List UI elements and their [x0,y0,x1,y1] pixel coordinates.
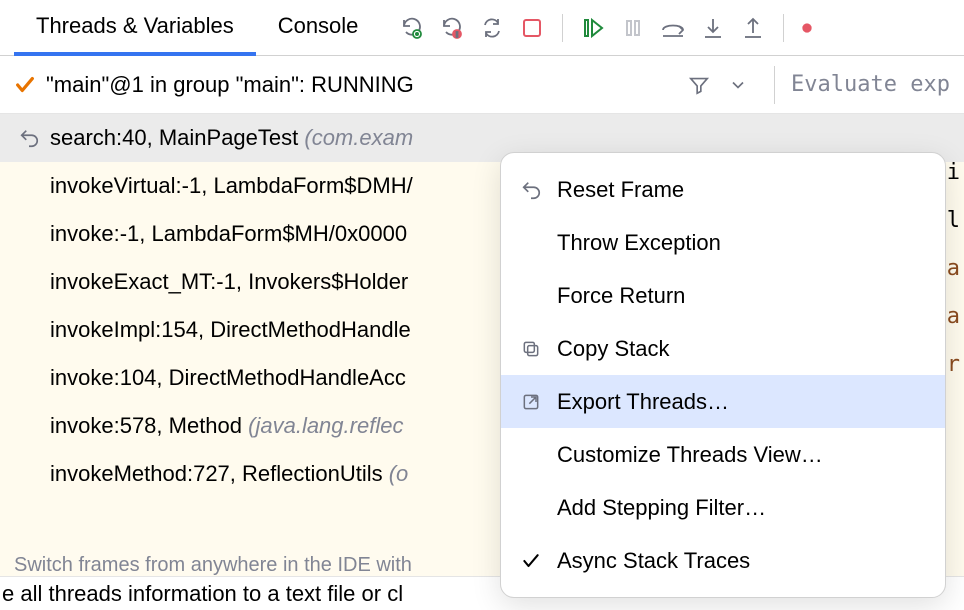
menu-label: Add Stepping Filter… [557,495,766,521]
blank-icon [519,496,543,520]
menu-label: Export Threads… [557,389,729,415]
menu-label: Force Return [557,283,685,309]
filter-icon[interactable] [688,74,718,96]
thread-selector-row: "main"@1 in group "main": RUNNING Evalua… [0,56,964,114]
menu-label: Reset Frame [557,177,684,203]
svg-text:!: ! [456,32,458,39]
menu-label: Throw Exception [557,230,721,256]
menu-force-return[interactable]: Force Return [501,269,945,322]
resume-icon[interactable] [579,14,607,42]
frame-label: invoke:-1, LambdaForm$MH/0x0000 [50,221,407,247]
reset-frame-icon [14,127,44,149]
stop-icon[interactable] [518,14,546,42]
checkmark-icon [519,549,543,573]
step-into-icon[interactable] [699,14,727,42]
thread-status-label[interactable]: "main"@1 in group "main": RUNNING [46,72,678,98]
blank-icon [519,284,543,308]
menu-customize-threads-view[interactable]: Customize Threads View… [501,428,945,481]
menu-add-stepping-filter[interactable]: Add Stepping Filter… [501,481,945,534]
menu-label: Copy Stack [557,336,670,362]
step-over-icon[interactable] [659,14,687,42]
copy-icon [519,337,543,361]
menu-copy-stack[interactable]: Copy Stack [501,322,945,375]
debug-tabbar: Threads & Variables Console ! [0,0,964,56]
tab-threads-variables[interactable]: Threads & Variables [14,0,256,56]
separator [562,14,563,42]
frame-label: invokeVirtual:-1, LambdaForm$DMH/ [50,173,413,199]
menu-async-stack-traces[interactable]: Async Stack Traces [501,534,945,587]
export-icon [519,390,543,414]
frame-label: invokeExact_MT:-1, Invokers$Holder [50,269,408,295]
menu-label: Async Stack Traces [557,548,750,574]
menu-export-threads[interactable]: Export Threads… [501,375,945,428]
menu-reset-frame[interactable]: Reset Frame [501,163,945,216]
chevron-down-icon[interactable] [728,75,758,95]
frame-label: invokeMethod:727, ReflectionUtils (o [50,461,408,487]
rerun-failed-icon[interactable]: ! [438,14,466,42]
running-check-icon [14,74,36,96]
menu-throw-exception[interactable]: Throw Exception [501,216,945,269]
update-icon[interactable] [478,14,506,42]
tab-console[interactable]: Console [256,0,381,56]
frames-context-menu: Reset Frame Throw Exception Force Return… [500,152,946,598]
debug-toolbar: ! [398,14,814,42]
step-out-icon[interactable] [739,14,767,42]
rerun-icon[interactable] [398,14,426,42]
blank-icon [519,231,543,255]
debug-tool-window: Threads & Variables Console ! [0,0,964,610]
frame-label: invoke:104, DirectMethodHandleAcc [50,365,406,391]
menu-label: Customize Threads View… [557,442,823,468]
pause-icon[interactable] [619,14,647,42]
reset-frame-icon [519,178,543,202]
frame-label: invokeImpl:154, DirectMethodHandle [50,317,411,343]
evaluate-expression-input[interactable]: Evaluate exp [791,72,950,97]
blank-icon [519,443,543,467]
frame-label: invoke:578, Method (java.lang.reflec [50,413,403,439]
breakpoints-icon[interactable] [800,14,814,42]
frame-label: search:40, MainPageTest (com.exam [50,125,413,151]
separator [783,14,784,42]
separator [774,66,775,104]
